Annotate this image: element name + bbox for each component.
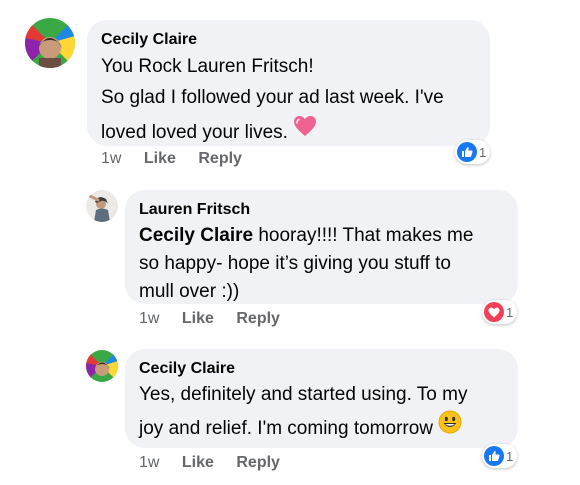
comment-text: You Rock Lauren Fritsch! So glad I follo… — [101, 51, 476, 149]
smiley-face-icon — [438, 410, 462, 444]
comment-line: loved loved your lives. — [101, 115, 476, 149]
reaction-number: 1 — [479, 144, 487, 160]
reaction-count[interactable]: 1 — [482, 444, 518, 468]
heart-icon — [484, 302, 504, 322]
comment-actions: 1w Like Reply — [139, 310, 280, 328]
reaction-count[interactable]: 1 — [482, 300, 518, 324]
like-button[interactable]: Like — [144, 150, 176, 168]
reply-button[interactable]: Reply — [236, 454, 280, 472]
comment-line: so happy- hope it’s giving you stuff to — [139, 253, 451, 274]
avatar[interactable] — [86, 350, 118, 382]
timestamp[interactable]: 1w — [139, 310, 159, 328]
comment-bubble: Cecily Claire You Rock Lauren Fritsch! S… — [87, 20, 490, 146]
timestamp[interactable]: 1w — [139, 454, 159, 472]
thumbs-up-icon — [484, 446, 504, 466]
comment-actions: 1w Like Reply — [139, 454, 280, 472]
timestamp[interactable]: 1w — [101, 150, 121, 168]
comment-text: Yes, definitely and started using. To my… — [139, 380, 504, 446]
comment-bubble: Lauren Fritsch Cecily Claire hooray!!!! … — [125, 190, 518, 304]
reaction-number: 1 — [506, 304, 514, 320]
comment-line: mull over :)) — [139, 281, 240, 302]
reply-button[interactable]: Reply — [236, 310, 280, 328]
avatar[interactable] — [25, 18, 75, 68]
comment-line: hooray!!!! That makes me — [253, 225, 474, 246]
comment-bubble: Cecily Claire Yes, definitely and starte… — [125, 349, 518, 448]
mention-link[interactable]: Cecily Claire — [139, 225, 253, 246]
thumbs-up-icon — [457, 142, 477, 162]
comment-author[interactable]: Cecily Claire — [101, 30, 476, 50]
reaction-count[interactable]: 1 — [455, 140, 491, 164]
like-button[interactable]: Like — [182, 454, 214, 472]
comment-author[interactable]: Cecily Claire — [139, 359, 504, 379]
comment-line: You Rock Lauren Fritsch! — [101, 56, 314, 77]
comment-actions: 1w Like Reply — [101, 150, 242, 168]
reply-button[interactable]: Reply — [198, 150, 242, 168]
pink-heart-icon — [293, 115, 317, 147]
reaction-number: 1 — [506, 448, 514, 464]
comment-line: joy and relief. I'm coming tomorrow — [139, 410, 504, 446]
comment-author[interactable]: Lauren Fritsch — [139, 200, 504, 220]
comment-text: Cecily Claire hooray!!!! That makes me s… — [139, 222, 504, 306]
comment-line: Yes, definitely and started using. To my — [139, 384, 468, 405]
avatar[interactable] — [86, 190, 118, 222]
like-button[interactable]: Like — [182, 310, 214, 328]
comment-line: So glad I followed your ad last week. I'… — [101, 87, 444, 108]
